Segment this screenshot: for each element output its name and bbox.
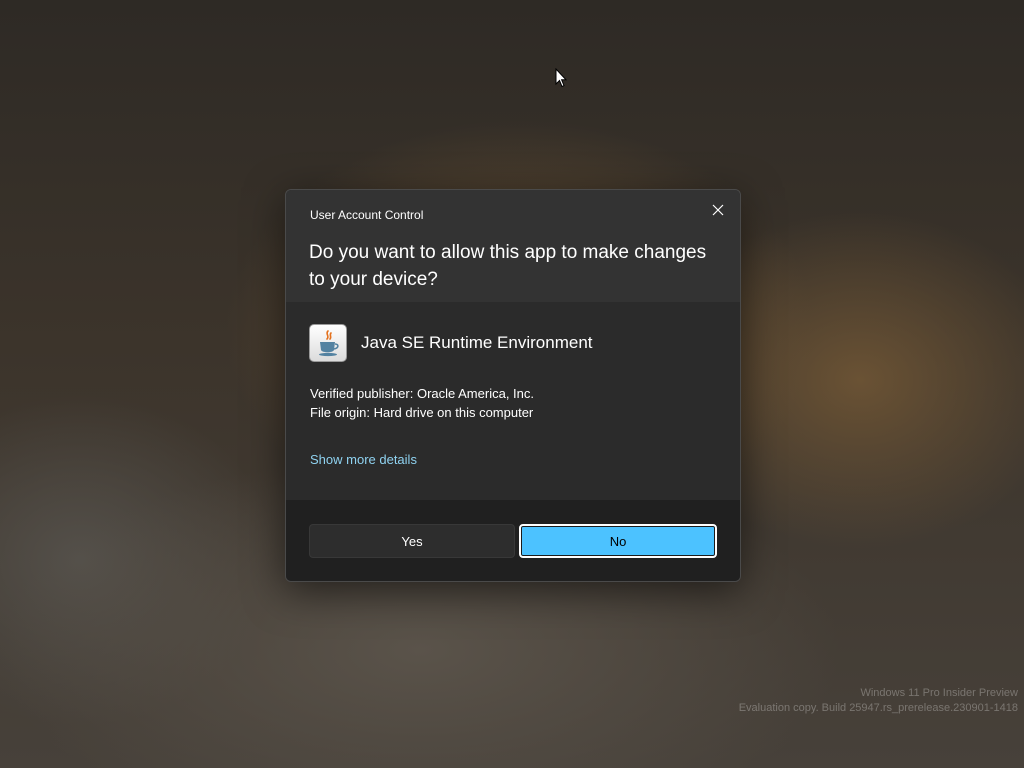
verified-publisher: Verified publisher: Oracle America, Inc. (310, 386, 534, 401)
uac-dialog: User Account Control Do you want to allo… (285, 189, 741, 582)
secure-desktop: User Account Control Do you want to allo… (0, 0, 1024, 768)
evaluation-watermark: Windows 11 Pro Insider Preview Evaluatio… (739, 686, 1018, 716)
close-icon (712, 204, 724, 216)
yes-button[interactable]: Yes (309, 524, 515, 558)
watermark-build: Evaluation copy. Build 25947.rs_prerelea… (738, 702, 1018, 714)
app-row: Java SE Runtime Environment (309, 324, 593, 362)
uac-footer: Yes No (286, 500, 740, 581)
close-button[interactable] (702, 196, 734, 224)
uac-question: Do you want to allow this app to make ch… (309, 242, 707, 290)
show-more-details-link[interactable]: Show more details (310, 452, 417, 467)
mouse-pointer-icon (555, 67, 568, 93)
watermark-edition: Windows 11 Pro Insider Preview (860, 687, 1018, 699)
java-icon (309, 324, 347, 362)
file-origin: File origin: Hard drive on this computer (310, 405, 534, 420)
no-button[interactable]: No (519, 524, 717, 558)
dialog-title: User Account Control (310, 208, 424, 222)
app-name: Java SE Runtime Environment (361, 333, 593, 352)
